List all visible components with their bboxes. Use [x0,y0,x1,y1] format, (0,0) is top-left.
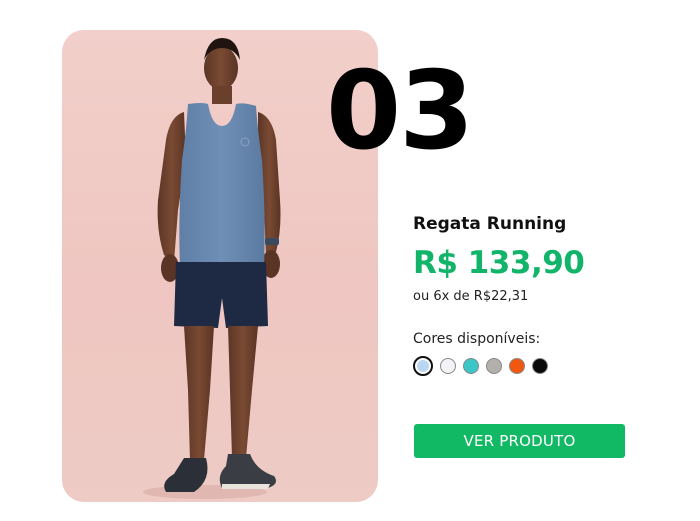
product-info: Regata Running R$ 133,90 ou 6x de R$22,3… [413,214,643,376]
installments-text: ou 6x de R$22,31 [413,289,529,304]
view-product-button[interactable]: VER PRODUTO [414,424,625,458]
color-swatch-gray[interactable] [486,358,502,374]
product-name[interactable]: Regata Running [413,214,643,234]
product-price: R$ 133,90 [413,245,585,281]
color-swatch-white[interactable] [440,358,456,374]
color-swatch-orange[interactable] [509,358,525,374]
color-swatches [413,356,643,376]
color-swatch-light-blue[interactable] [413,356,433,376]
rank-number: 03 [326,49,474,174]
colors-label: Cores disponíveis: [413,331,541,347]
color-swatch-black[interactable] [532,358,548,374]
color-swatch-turquoise[interactable] [463,358,479,374]
